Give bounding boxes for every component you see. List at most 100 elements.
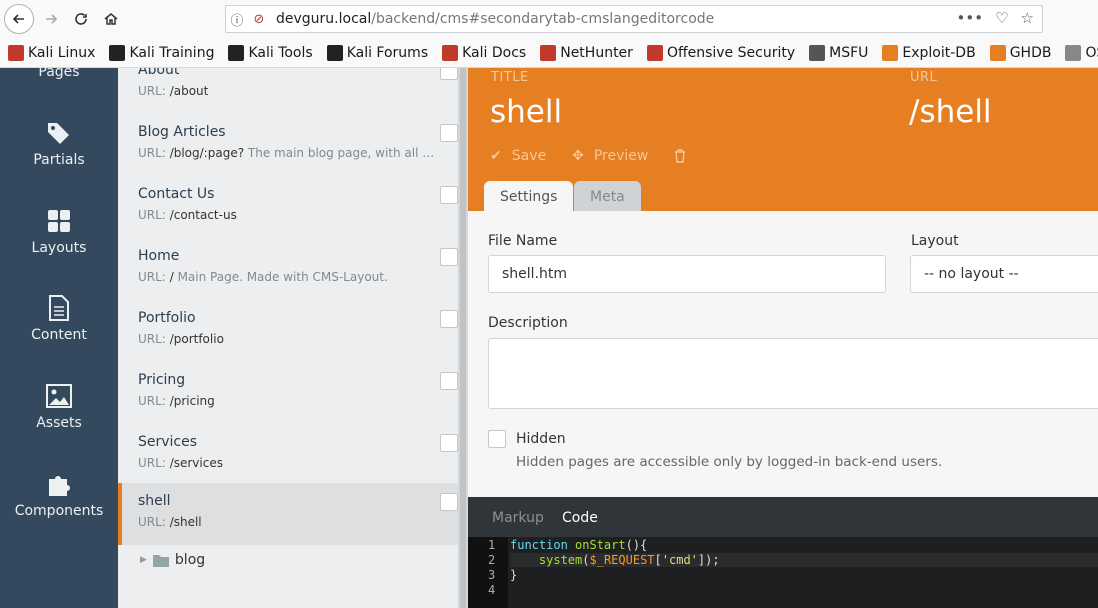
bookmark-offensive-security[interactable]: Offensive Security <box>646 44 795 61</box>
bookmark-nethunter[interactable]: NetHunter <box>540 44 633 61</box>
bookmark-kali-tools[interactable]: Kali Tools <box>228 44 313 61</box>
pocket-icon[interactable]: ♡ <box>995 9 1008 27</box>
list-scrollbar[interactable] <box>458 68 468 608</box>
trash-icon <box>675 149 686 163</box>
layout-label: Layout <box>911 233 959 249</box>
sidebar-item-assets[interactable]: Assets <box>0 383 118 431</box>
line-number: 1 <box>488 538 496 552</box>
url-prefix: URL: <box>138 456 166 470</box>
sidebar-item-content[interactable]: Content <box>0 295 118 343</box>
page-item-services[interactable]: Services URL: /services <box>118 424 458 486</box>
forward-button[interactable] <box>36 4 66 34</box>
sidebar-item-label: Partials <box>33 152 85 168</box>
bookmark-label: Exploit-DB <box>902 44 976 61</box>
bookmark-ghdb[interactable]: GHDB <box>989 44 1051 61</box>
folder-blog[interactable]: ▶ blog <box>140 552 205 568</box>
kali-dragon-icon <box>109 44 126 61</box>
page-item-about[interactable]: About URL: /about <box>118 68 458 114</box>
description-textarea[interactable] <box>488 338 1098 409</box>
arrow-right-icon <box>46 14 58 24</box>
offsec-icon <box>646 44 663 61</box>
tab-code[interactable]: Code <box>562 510 598 526</box>
settings-form: File Name shell.htm Layout -- no layout … <box>468 211 1098 497</box>
sidebar-item-label: Components <box>14 503 104 519</box>
save-button[interactable]: ✔ Save <box>490 148 546 164</box>
code-tabs: Markup Code <box>468 497 1098 537</box>
info-icon[interactable]: ⓘ <box>226 10 248 29</box>
page-checkbox[interactable] <box>440 68 458 80</box>
bookmark-oscp[interactable]: OSCP <box>1065 44 1098 61</box>
bookmark-kali-forums[interactable]: Kali Forums <box>326 44 429 61</box>
page-title: Pricing <box>138 372 186 388</box>
url-bar[interactable]: ⓘ ⊘ devguru.local/backend/cms#secondaryt… <box>225 5 1043 33</box>
docs-icon <box>442 44 459 61</box>
tab-markup[interactable]: Markup <box>492 510 544 526</box>
insecure-lock-icon: ⊘ <box>253 11 265 27</box>
page-url: URL: /services <box>138 456 438 470</box>
folder-label: blog <box>174 552 206 568</box>
page-item-home[interactable]: Home URL: / Main Page. Made with CMS-Layo… <box>118 238 458 300</box>
home-icon <box>104 13 118 25</box>
caret-right-icon[interactable]: ▶ <box>140 555 147 565</box>
back-button[interactable] <box>4 4 34 34</box>
page-checkbox[interactable] <box>440 124 458 142</box>
page-checkbox[interactable] <box>440 434 458 452</box>
page-checkbox[interactable] <box>440 186 458 204</box>
description-label: Description <box>488 315 568 331</box>
page-checkbox[interactable] <box>440 310 458 328</box>
filename-label: File Name <box>488 233 558 249</box>
url-value: /blog/:page? <box>169 146 245 160</box>
url-input[interactable]: /shell <box>909 94 992 130</box>
url-value: /shell <box>169 515 202 529</box>
sidebar-item-partials[interactable]: Partials <box>0 120 118 168</box>
bookmark-exploit-db[interactable]: Exploit-DB <box>882 44 976 61</box>
globe-icon <box>809 44 826 61</box>
layout-select[interactable]: -- no layout -- <box>910 255 1098 293</box>
bookmark-star-icon[interactable]: ☆ <box>1021 9 1034 27</box>
url-value: /portfolio <box>169 332 224 346</box>
page-item-portfolio[interactable]: Portfolio URL: /portfolio <box>118 300 458 362</box>
scroll-thumb[interactable] <box>460 68 466 608</box>
save-label: Save <box>511 148 547 164</box>
line-number: 2 <box>488 553 496 567</box>
page-checkbox[interactable] <box>440 493 458 511</box>
sidebar-item-pages[interactable]: Pages <box>0 64 118 80</box>
sidebar-item-label: Content <box>31 327 87 343</box>
tab-settings[interactable]: Settings <box>484 181 574 211</box>
tag-icon <box>48 123 69 144</box>
preview-button[interactable]: ✥ Preview <box>572 148 648 164</box>
sidebar-item-components[interactable]: Components <box>0 471 118 519</box>
page-actions-icon[interactable]: ••• <box>957 9 984 27</box>
exploit-icon <box>882 44 899 61</box>
url-value: /about <box>169 84 209 98</box>
bookmark-kali-linux[interactable]: Kali Linux <box>8 44 95 61</box>
file-icon <box>49 295 69 321</box>
bookmark-kali-training[interactable]: Kali Training <box>109 44 214 61</box>
code-line-3: } <box>510 568 518 582</box>
tab-meta[interactable]: Meta <box>574 181 641 211</box>
bookmark-label: NetHunter <box>560 44 633 61</box>
code-editor[interactable]: 1 2 3 4 function onStart(){ system($_REQ… <box>468 537 1098 608</box>
hidden-checkbox[interactable] <box>488 430 506 448</box>
delete-button[interactable] <box>674 148 686 164</box>
sidebar-item-layouts[interactable]: Layouts <box>0 208 118 256</box>
reload-button[interactable] <box>66 4 96 34</box>
bookmark-label: Kali Forums <box>346 44 429 61</box>
bookmark-kali-docs[interactable]: Kali Docs <box>442 44 526 61</box>
page-item-shell[interactable]: shell URL: /shell <box>118 483 458 545</box>
exploit-icon <box>989 44 1006 61</box>
bookmark-msfu[interactable]: MSFU <box>809 44 868 61</box>
url-prefix: URL: <box>138 515 166 529</box>
page-item-contact-us[interactable]: Contact Us URL: /contact-us <box>118 176 458 238</box>
home-button[interactable] <box>96 4 126 34</box>
image-icon <box>46 384 72 408</box>
page-checkbox[interactable] <box>440 248 458 266</box>
title-input[interactable]: shell <box>490 94 562 130</box>
kali-dragon-icon <box>228 44 245 61</box>
page-checkbox[interactable] <box>440 372 458 390</box>
filename-input[interactable]: shell.htm <box>488 255 886 293</box>
arrow-left-icon <box>12 14 24 24</box>
page-item-pricing[interactable]: Pricing URL: /pricing <box>118 362 458 424</box>
page-item-blog-articles[interactable]: Blog Articles URL: /blog/:page? The main … <box>118 114 458 176</box>
hidden-help-text: Hidden pages are accessible only by logg… <box>516 454 943 470</box>
